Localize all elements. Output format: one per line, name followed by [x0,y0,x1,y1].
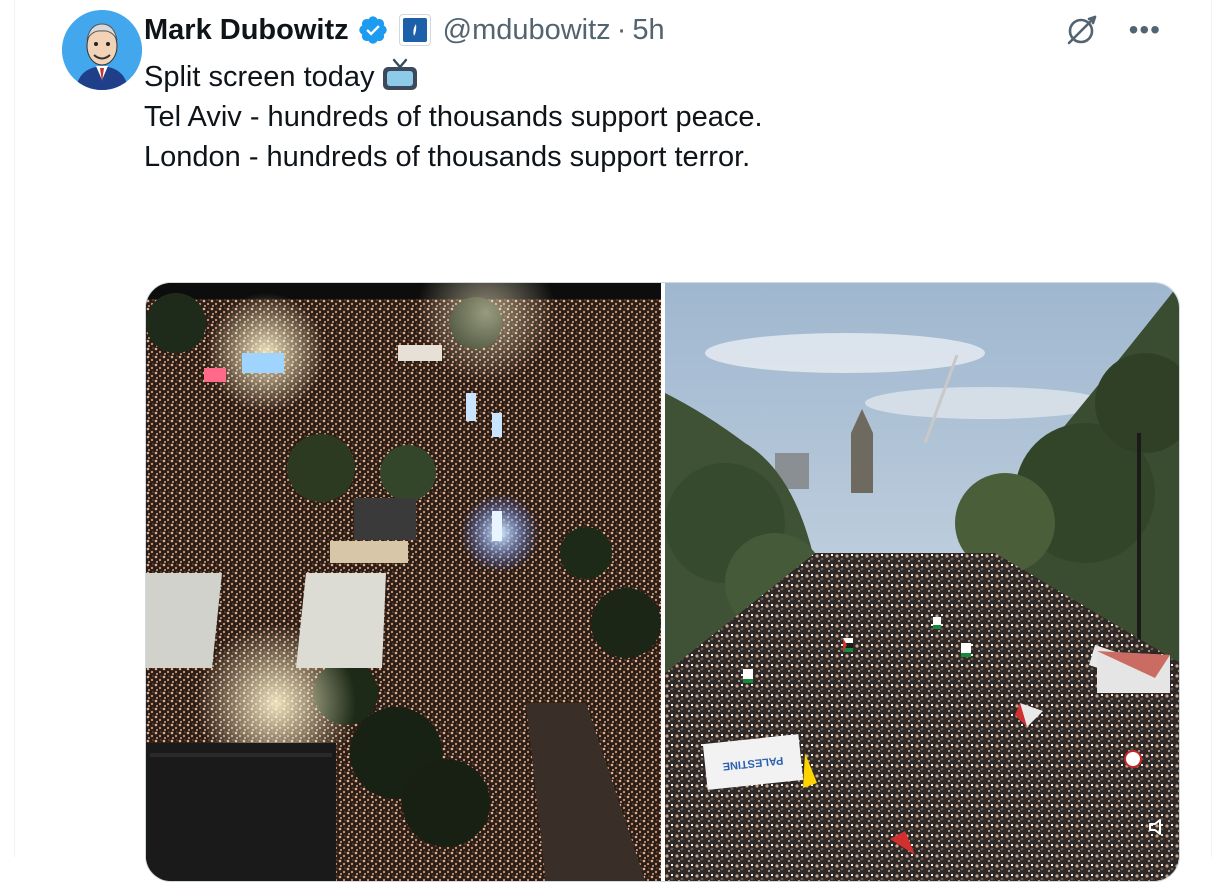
tweet-line-5: London - hundreds of thousands support t… [144,141,751,173]
speaker-mute-icon[interactable] [1147,816,1169,838]
tel-aviv-crowd-image [146,283,661,881]
separator-dot: · [616,13,627,46]
tweet-actions-top: ••• [1065,10,1161,50]
tweet-timestamp[interactable]: 5h [632,14,664,47]
london-crowd-image: PALESTINE [664,283,1179,881]
tweet-card[interactable]: Mark Dubowitz @mdubowitz · 5h ••• Split … [14,0,1212,882]
tweet-line-3: Tel Aviv - hundreds of thousands support… [144,101,763,133]
grok-icon[interactable] [1065,13,1099,47]
avatar-caricature-icon [62,10,142,90]
avatar[interactable] [62,10,142,90]
author-display-name[interactable]: Mark Dubowitz [144,14,349,47]
author-handle[interactable]: @mdubowitz [443,14,611,47]
tweet-line-1: Split screen today [144,57,1144,97]
more-icon[interactable]: ••• [1129,16,1161,44]
tweet-text: Split screen today Tel Aviv - hundreds o… [144,57,1144,177]
affiliate-badge-icon[interactable] [398,14,431,46]
tv-emoji-icon [382,58,417,90]
tweet-header: Mark Dubowitz @mdubowitz · 5h [144,10,665,50]
photo-tel-aviv[interactable] [146,283,661,881]
tweet-media-grid: PALESTINE [145,282,1180,882]
verified-badge-icon[interactable] [357,14,389,46]
photo-london[interactable]: PALESTINE [664,283,1179,881]
